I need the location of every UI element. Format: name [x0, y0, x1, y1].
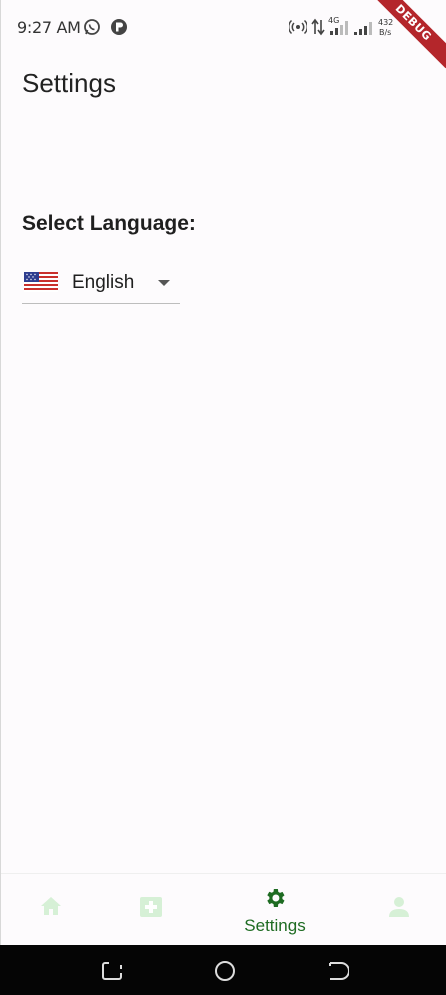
dropdown-arrow-icon: [158, 280, 170, 286]
recent-apps-icon[interactable]: [101, 959, 125, 983]
page-title: Settings: [22, 68, 116, 98]
signal-icon: [353, 18, 372, 36]
back-icon[interactable]: [325, 959, 350, 983]
whatsapp-icon: [83, 18, 101, 36]
selected-language: English: [72, 272, 135, 293]
data-arrows-icon: [311, 18, 329, 36]
person-icon: [388, 896, 410, 923]
system-navigation-bar: [0, 945, 446, 995]
app-screen: 9:27 AM 4G 432 B/s DEBUG Settings Select…: [0, 0, 446, 945]
home-icon: [40, 896, 62, 921]
medical-plus-icon: [139, 896, 163, 923]
speed-unit: B/s: [379, 28, 392, 37]
bottom-navigation: Settings: [1, 873, 446, 945]
hotspot-icon: [287, 18, 309, 36]
nav-item-settings[interactable]: Settings: [225, 874, 325, 946]
speed-value: 432: [378, 18, 394, 27]
nav-item-medical[interactable]: [101, 874, 201, 946]
nav-item-home[interactable]: [1, 874, 101, 946]
home-circle-icon[interactable]: [213, 959, 237, 983]
status-bar: 9:27 AM 4G 432 B/s: [1, 0, 446, 56]
signal-4g-icon: [329, 18, 348, 36]
status-time: 9:27 AM: [17, 18, 81, 37]
language-dropdown[interactable]: English: [22, 264, 180, 304]
nav-label-settings: Settings: [244, 916, 306, 935]
select-language-label: Select Language:: [22, 212, 196, 235]
app-notification-icon: [110, 18, 128, 36]
us-flag-icon: [24, 272, 58, 292]
gear-icon: [263, 886, 287, 915]
nav-item-profile[interactable]: [349, 874, 446, 946]
